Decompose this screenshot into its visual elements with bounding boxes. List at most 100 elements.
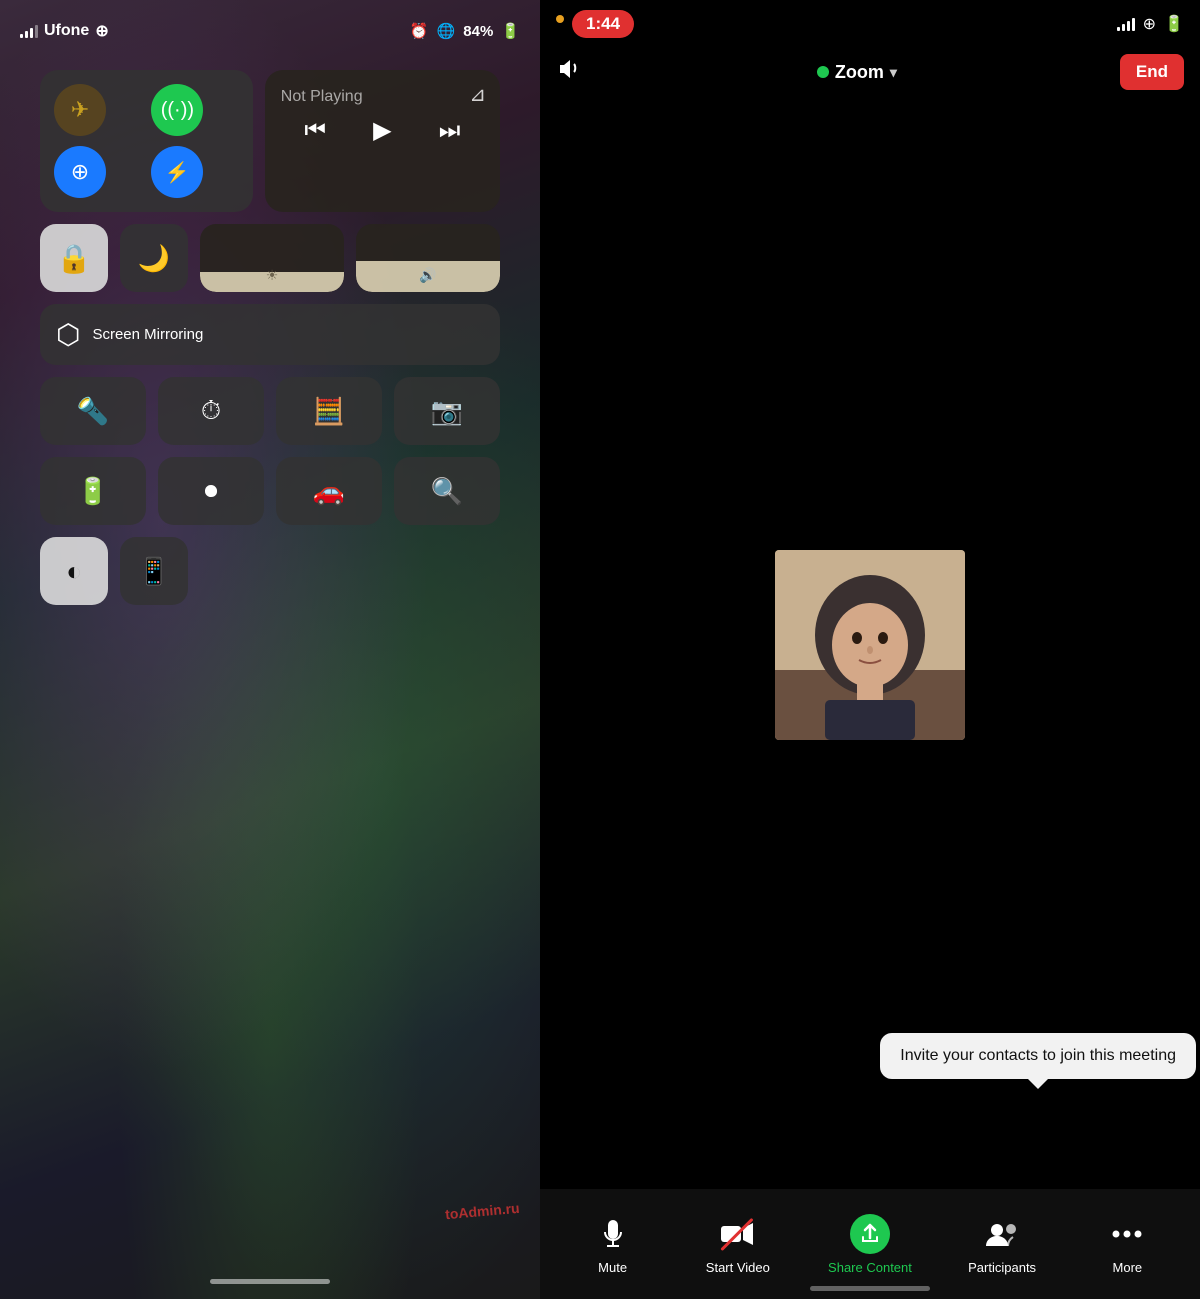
media-rewind-button[interactable]: ⏮ [304,117,326,145]
timer-icon: ⏱ [201,395,221,427]
home-indicator-right [810,1286,930,1291]
wifi-icon: ⊕ [71,159,89,185]
timer-button[interactable]: ⏱ [158,377,264,445]
remote-icon: 📱 [138,556,170,587]
video-slash-icon [718,1214,758,1254]
media-play-button[interactable]: ▶ [373,116,391,145]
invite-tooltip-text: Invite your contacts to join this meetin… [900,1047,1176,1064]
magnifier-icon: 🔍 [431,476,463,507]
share-content-label: Share Content [828,1260,912,1275]
cellular-icon: ((·)) [161,99,194,122]
screen-mirror-label: Screen Mirroring [92,326,203,343]
participants-button[interactable]: Participants [967,1214,1037,1275]
cc-media-panel: ⊿ Not Playing ⏮ ▶ ⏭ [265,70,500,212]
mute-button[interactable]: Mute [578,1214,648,1275]
time-display: 1:44 [572,10,634,38]
cc-grid: 🔦 ⏱ 🧮 📷 🔋 ⏺ 🚗 🔍 [40,377,500,525]
low-power-icon: 🔋 [77,476,109,507]
screen-record-button[interactable]: ⏺ [158,457,264,525]
start-video-button[interactable]: Start Video [703,1214,773,1275]
torch-icon: 🔦 [77,396,109,427]
remote-button[interactable]: 📱 [120,537,188,605]
status-icons-right: ⊕ 🔋 [1117,14,1184,34]
bluetooth-button[interactable]: ⚡ [151,146,203,198]
calculator-icon: 🧮 [313,396,345,427]
cc-second-row: 🔒 🌙 ☀ 🔊 [40,224,500,292]
zoom-meeting-title[interactable]: Zoom ▾ [817,62,897,83]
invite-tooltip[interactable]: Invite your contacts to join this meetin… [880,1033,1196,1079]
lock-icon: 🔒 [57,242,92,275]
sig-bar-4 [1132,18,1135,31]
dark-mode-button[interactable]: ◐ [40,537,108,605]
more-icon [1107,1214,1147,1254]
screen-mirror-icon: ⬡ [56,318,80,351]
cellular-button[interactable]: ((·)) [151,84,203,136]
wifi-button[interactable]: ⊕ [54,146,106,198]
carrier-name: Ufone [44,22,89,40]
zoom-app-name: Zoom [835,62,884,83]
sig-bar-2 [1122,24,1125,31]
participants-label: Participants [968,1260,1036,1275]
bottom-toolbar: Mute Start Video [540,1189,1200,1299]
battery-percent: 84% [463,23,493,40]
screen-mirroring-button[interactable]: ⬡ Screen Mirroring [40,304,500,365]
screen-lock-button[interactable]: 🔒 [40,224,108,292]
low-power-button[interactable]: 🔋 [40,457,146,525]
alarm-icon: ⏰ [410,22,429,40]
cc-last-row: ◐ 📱 [40,537,500,605]
carplay-icon: 🚗 [313,476,345,507]
airplane-icon: ✈ [71,97,89,123]
volume-slider[interactable]: 🔊 [356,224,500,292]
control-center-widgets: ✈ ((·)) ⊕ ⚡ ⊿ Not Playing ⏮ ▶ [40,70,500,605]
video-area: Invite your contacts to join this meetin… [540,100,1200,1189]
more-button[interactable]: More [1092,1214,1162,1275]
calculator-button[interactable]: 🧮 [276,377,382,445]
volume-icon: 🔊 [419,267,436,284]
sig-bar-1 [1117,27,1120,31]
media-controls: ⏮ ▶ ⏭ [281,116,484,145]
magnifier-button[interactable]: 🔍 [394,457,500,525]
audio-speaker-icon[interactable] [556,56,582,89]
share-content-icon [850,1214,890,1254]
media-not-playing: Not Playing [281,88,484,106]
end-meeting-button[interactable]: End [1120,54,1184,90]
battery-icon-right: 🔋 [1164,14,1184,34]
battery-info: ⏰ 🌐 84% 🔋 [410,22,520,40]
home-indicator-left [210,1279,330,1284]
bluetooth-icon: ⚡ [165,160,190,185]
mute-icon [593,1214,633,1254]
status-bar-right: 1:44 ⊕ 🔋 [540,0,1200,44]
geofence-icon: 🌐 [437,22,456,40]
share-circle [850,1214,890,1254]
signal-bars-right [1117,17,1135,31]
zoom-panel: 1:44 ⊕ 🔋 Zoom ▾ End [540,0,1200,1299]
wifi-icon-right: ⊕ [1143,14,1156,34]
airplane-mode-button[interactable]: ✈ [54,84,106,136]
cc-connectivity-panel: ✈ ((·)) ⊕ ⚡ [40,70,253,212]
zoom-chevron-icon: ▾ [890,64,897,81]
contrast-icon: ◐ [66,556,82,587]
more-label: More [1113,1260,1143,1275]
recording-dot [556,15,564,23]
do-not-disturb-button[interactable]: 🌙 [120,224,188,292]
participant-face [775,550,965,740]
media-forward-button[interactable]: ⏭ [439,117,461,145]
moon-icon: 🌙 [138,243,170,274]
participant-avatar-svg [775,550,965,740]
cc-top-row: ✈ ((·)) ⊕ ⚡ ⊿ Not Playing ⏮ ▶ [40,70,500,212]
brightness-icon: ☀ [266,267,279,284]
carplay-button[interactable]: 🚗 [276,457,382,525]
share-content-button[interactable]: Share Content [828,1214,912,1275]
participants-icon [982,1214,1022,1254]
sig-bar-3 [1127,21,1130,31]
zoom-toolbar: Zoom ▾ End [540,44,1200,100]
camera-icon: 📷 [431,396,463,427]
signal-bar-1 [20,34,23,38]
torch-button[interactable]: 🔦 [40,377,146,445]
participant-video [775,550,965,740]
brightness-slider[interactable]: ☀ [200,224,344,292]
signal-bar-3 [30,28,33,38]
airplay-icon[interactable]: ⊿ [469,82,486,107]
signal-bar-4 [35,25,38,38]
camera-button[interactable]: 📷 [394,377,500,445]
